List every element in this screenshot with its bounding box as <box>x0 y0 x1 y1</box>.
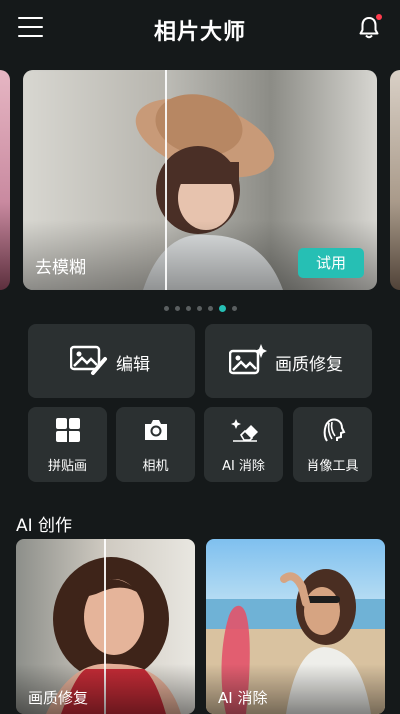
carousel-page-indicator <box>0 298 400 317</box>
feature-banner[interactable]: 去模糊 试用 <box>23 70 377 290</box>
portrait-icon <box>320 417 346 443</box>
page-dot[interactable] <box>185 306 191 311</box>
ai-card-quality-repair[interactable]: 画质修复 <box>16 539 195 714</box>
ai-erase-tool-button[interactable]: AI 消除 <box>204 407 283 482</box>
notification-dot <box>376 14 382 20</box>
page-dot[interactable] <box>207 306 213 311</box>
eraser-sparkle-icon <box>231 417 258 443</box>
camera-icon <box>143 417 169 443</box>
page-dot[interactable] <box>196 306 202 311</box>
collage-tool-button[interactable]: 拼贴画 <box>28 407 107 482</box>
camera-tool-button[interactable]: 相机 <box>116 407 195 482</box>
page-dot[interactable] <box>174 306 180 311</box>
edit-tool-label: 编辑 <box>116 355 150 375</box>
portrait-tool-label: 肖像工具 <box>306 459 359 474</box>
collage-grid-icon <box>55 417 81 443</box>
notification-bell-icon[interactable] <box>358 14 382 40</box>
compare-divider[interactable] <box>165 70 167 290</box>
image-edit-icon <box>69 344 107 376</box>
ai-card-label: AI 消除 <box>218 689 268 707</box>
ai-card-label: 画质修复 <box>28 689 89 707</box>
ai-card-ai-erase[interactable]: AI 消除 <box>206 539 385 714</box>
page-dot-active[interactable] <box>218 305 226 312</box>
ai-section-title: AI 创作 <box>16 516 73 536</box>
page-dot[interactable] <box>231 306 237 311</box>
edit-tool-button[interactable]: 编辑 <box>28 324 195 398</box>
camera-tool-label: 相机 <box>142 459 169 474</box>
top-bar: 相片大师 <box>0 0 400 56</box>
page-dot[interactable] <box>163 306 169 311</box>
collage-tool-label: 拼贴画 <box>47 459 87 474</box>
banner-label: 去模糊 <box>35 258 86 278</box>
ai-erase-tool-label: AI 消除 <box>222 459 265 474</box>
quality-repair-button[interactable]: 画质修复 <box>205 324 372 398</box>
app-title: 相片大师 <box>153 20 246 45</box>
try-button[interactable]: 试用 <box>298 248 364 278</box>
carousel-prev-card[interactable] <box>0 70 10 290</box>
portrait-tool-button[interactable]: 肖像工具 <box>293 407 372 482</box>
image-sparkle-icon <box>228 344 267 376</box>
carousel-next-card[interactable] <box>390 70 400 290</box>
quality-repair-label: 画质修复 <box>275 355 343 375</box>
